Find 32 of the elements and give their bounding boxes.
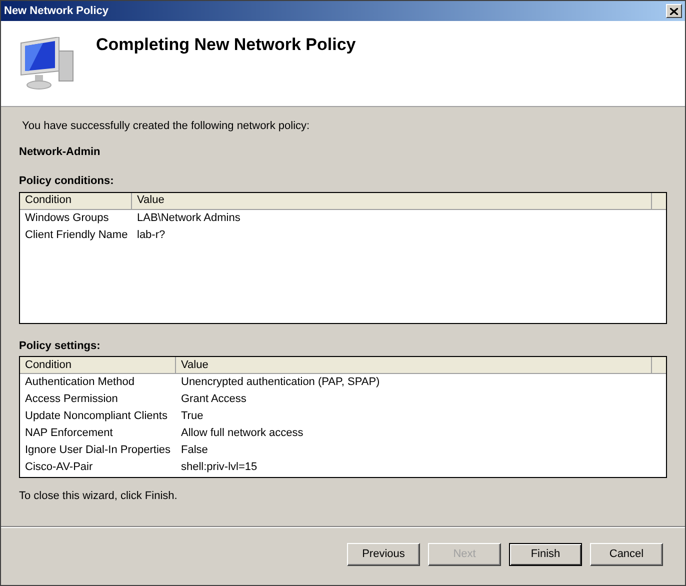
section-label: Policy conditions: <box>19 174 115 189</box>
close-icon <box>670 8 678 14</box>
table-cell-text: Client Friendly Name <box>24 228 129 243</box>
wizard-button[interactable]: Cancel <box>590 543 663 566</box>
wizard-button[interactable]: Previous <box>347 543 420 566</box>
table-cell-text: Ignore User Dial-In Properties <box>24 443 172 458</box>
wizard-button[interactable]: Finish <box>509 543 582 566</box>
table-cell-text: Grant Access <box>180 392 248 408</box>
table-cell-text: Cisco-AV-Pair <box>24 460 94 476</box>
policy-name: Network-Admin <box>19 144 102 160</box>
table-cell-text: False <box>180 443 209 458</box>
table-cell-text: Unencrypted authentication (PAP, SPAP) <box>180 375 381 390</box>
instruction-text: To close this wizard, click Finish. <box>19 489 178 504</box>
column-header[interactable]: Value <box>176 357 652 373</box>
table-cell-text: NAP Enforcement <box>24 426 114 442</box>
column-header[interactable]: Condition <box>20 357 176 373</box>
page-heading: Completing New Network Policy <box>96 34 356 56</box>
table-cell-text: True <box>180 409 204 424</box>
intro-text: You have successfully created the following network policy: <box>22 119 311 134</box>
close-button[interactable] <box>666 4 682 18</box>
table-cell-text: Authentication Method <box>24 375 136 390</box>
window-title: New Network Policy <box>4 4 109 19</box>
table-cell-text: Update Noncompliant Clients <box>24 409 168 424</box>
section-label: Policy settings: <box>19 338 102 354</box>
table-cell-text: Windows Groups <box>24 210 110 226</box>
table-cell-text: Allow full network access <box>180 426 304 442</box>
column-header[interactable]: Value <box>132 192 652 208</box>
table-cell-text: LAB\Network Admins <box>136 210 242 226</box>
column-header[interactable]: Condition <box>20 192 132 208</box>
table-cell-text: shell:priv-lvl=15 <box>180 460 258 476</box>
table-cell-text: Access Permission <box>24 392 119 408</box>
table-cell-text: lab-r? <box>136 228 166 243</box>
